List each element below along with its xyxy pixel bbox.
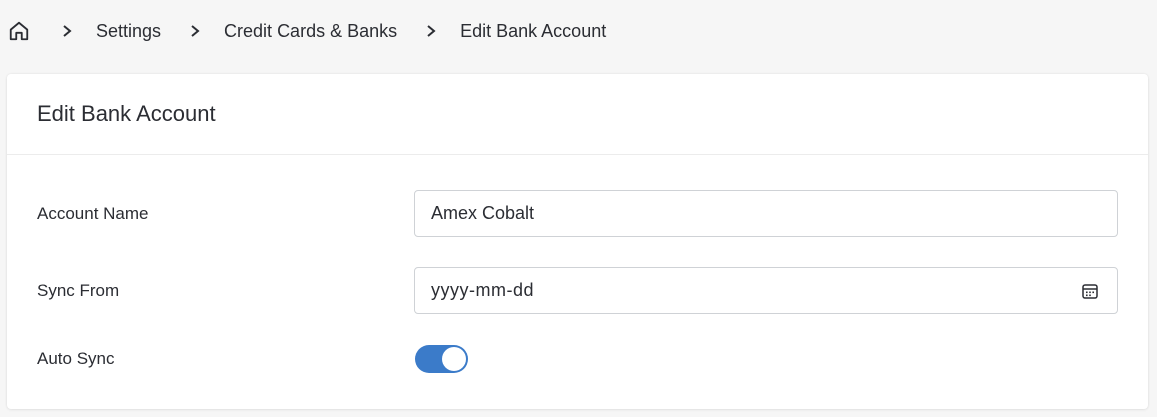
page-title: Edit Bank Account <box>37 101 216 126</box>
account-name-row: Account Name <box>7 190 1148 237</box>
breadcrumb-item-current: Edit Bank Account <box>460 20 607 41</box>
chevron-right-icon <box>421 21 441 41</box>
calendar-icon[interactable] <box>1081 282 1099 300</box>
auto-sync-toggle[interactable] <box>415 345 468 373</box>
edit-bank-account-card: Edit Bank Account Account Name Sync From… <box>7 74 1148 409</box>
auto-sync-row: Auto Sync <box>7 345 1148 373</box>
card-header: Edit Bank Account <box>7 74 1148 155</box>
auto-sync-label: Auto Sync <box>37 349 115 368</box>
account-name-input[interactable] <box>431 203 1071 224</box>
toggle-knob <box>442 347 466 371</box>
breadcrumb: Settings Credit Cards & Banks Edit Bank … <box>0 0 1157 62</box>
sync-from-date-input[interactable]: yyyy-mm-dd <box>414 267 1118 314</box>
chevron-right-icon <box>185 21 205 41</box>
sync-from-placeholder: yyyy-mm-dd <box>431 280 534 300</box>
account-name-label: Account Name <box>37 203 149 223</box>
sync-from-row: Sync From yyyy-mm-dd <box>7 267 1148 314</box>
chevron-right-icon <box>57 21 77 41</box>
breadcrumb-item-credit-cards-banks[interactable]: Credit Cards & Banks <box>224 21 397 42</box>
breadcrumb-item-settings[interactable]: Settings <box>96 21 161 42</box>
sync-from-label: Sync From <box>37 280 120 300</box>
account-name-field <box>414 190 1118 237</box>
home-icon[interactable] <box>7 19 31 43</box>
